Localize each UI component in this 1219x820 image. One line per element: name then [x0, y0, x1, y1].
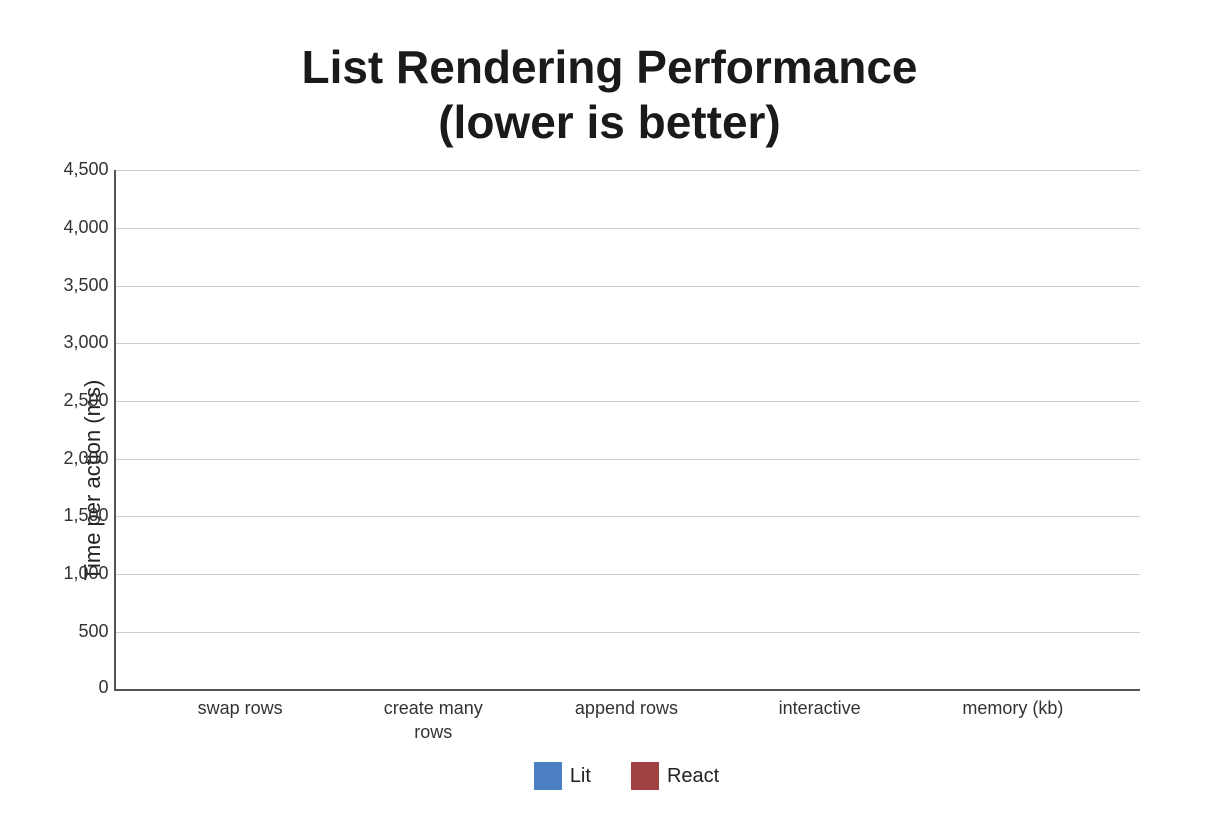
y-axis-tick-label: 3,000 — [51, 332, 109, 353]
x-axis-label: create manyrows — [373, 697, 493, 744]
grid-and-bars: 4,5004,0003,5003,0002,5002,0001,5001,000… — [114, 170, 1140, 691]
y-axis-tick-label: 2,500 — [51, 390, 109, 411]
legend-color-box — [631, 762, 659, 790]
x-axis-label: interactive — [760, 697, 880, 744]
legend-label: Lit — [570, 765, 591, 788]
chart-title: List Rendering Performance (lower is bet… — [301, 40, 917, 150]
legend-item: React — [631, 762, 719, 790]
legend: Lit React — [114, 762, 1140, 790]
legend-item: Lit — [534, 762, 591, 790]
chart-inner: 4,5004,0003,5003,0002,5002,0001,5001,000… — [114, 170, 1140, 790]
x-labels: swap rows create manyrows append rows inter… — [114, 697, 1140, 744]
bars-row — [116, 170, 1140, 689]
x-axis-label: swap rows — [180, 697, 300, 744]
legend-label: React — [667, 765, 719, 788]
legend-color-box — [534, 762, 562, 790]
y-axis-tick-label: 3,500 — [51, 275, 109, 296]
y-axis-tick-label: 4,500 — [51, 159, 109, 180]
y-axis-tick-label: 4,000 — [51, 217, 109, 238]
chart-container: List Rendering Performance (lower is bet… — [60, 20, 1160, 800]
x-axis-label: memory (kb) — [953, 697, 1073, 744]
y-axis-tick-label: 1,000 — [51, 563, 109, 584]
y-axis-tick-label: 0 — [51, 677, 109, 698]
x-axis-label: append rows — [566, 697, 686, 744]
y-axis-tick-label: 1,500 — [51, 505, 109, 526]
y-axis-tick-label: 500 — [51, 621, 109, 642]
y-axis-tick-label: 2,000 — [51, 448, 109, 469]
chart-area: Time per action (ms) 4,5004,0003,5003,00… — [80, 170, 1140, 790]
